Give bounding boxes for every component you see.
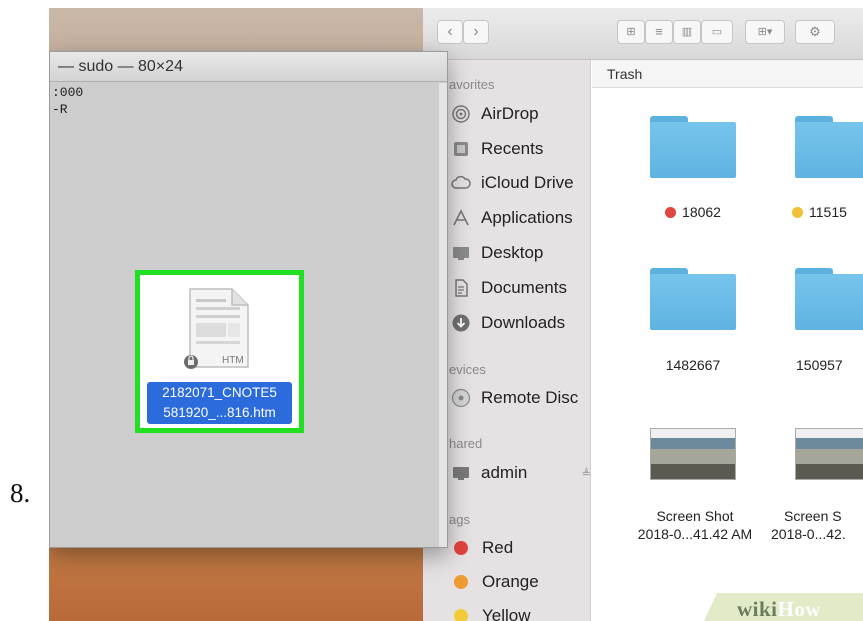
item-label-11515[interactable]: 11515 [792,204,847,220]
sidebar-item-label: admin [481,463,528,482]
sidebar-header-devices: evices [449,362,486,377]
terminal-scrollbar[interactable] [439,83,447,547]
sidebar-item-tag-orange[interactable]: Orange [451,567,539,597]
disc-icon [451,388,471,408]
item-label-line1: Screen S [784,508,842,524]
item-label-screenshot-1[interactable]: Screen Shot 2018-0...41.42 AM [620,507,770,543]
wikihow-logo-how: How [777,597,822,621]
arrange-icon: ⊞▾ [757,26,773,38]
sidebar-item-label: Documents [481,278,567,297]
sidebar-header-shared: hared [449,436,483,451]
finder-toolbar: ‹ › ⊞ ≡ ▥ ▭ ⊞▾ ⚙ [423,8,863,60]
wikihow-logo-wiki: wiki [737,597,778,621]
terminal-line: -R [52,102,68,117]
step-number: 8. [10,478,31,508]
item-label-line1: Screen Shot [656,508,734,524]
wikihow-logo: wikiHow [737,597,821,621]
desktop-icon [451,243,471,263]
sidebar-item-downloads[interactable]: Downloads [451,308,565,338]
sidebar-item-label: iCloud Drive [481,173,574,192]
forward-button[interactable]: › [463,20,489,44]
file-name-line2: 581920_...816.htm [163,405,276,420]
sidebar-item-admin[interactable]: admin ≜ [451,458,591,488]
desktop-screenshot: ‹ › ⊞ ≡ ▥ ▭ ⊞▾ ⚙ avorites AirDrop Recent… [49,8,863,621]
finder-window: ‹ › ⊞ ≡ ▥ ▭ ⊞▾ ⚙ avorites AirDrop Recent… [423,8,863,621]
sidebar-item-label: Desktop [481,243,544,262]
sidebar-item-recents[interactable]: Recents [451,134,543,164]
finder-content: Trash 18062 11515 1482667 150957 Screen … [592,60,863,621]
sidebar-item-tag-red[interactable]: Red [451,533,513,563]
red-tag-dot-icon [665,207,677,218]
sidebar-item-label: Red [482,538,514,557]
file-name-label[interactable]: 2182071_CNOTE5 581920_...816.htm [147,382,292,424]
recents-icon [451,139,471,159]
action-button[interactable]: ⚙ [795,20,835,44]
orange-tag-dot-icon [454,575,468,589]
sidebar-item-label: Recents [481,139,544,158]
sidebar-item-airdrop[interactable]: AirDrop [451,99,539,129]
sidebar-header-tags: ags [449,512,470,527]
file-name-line1: 2182071_CNOTE5 [162,385,277,400]
sidebar-item-label: Downloads [481,313,566,332]
sidebar-item-label: Remote Disc [481,388,579,407]
terminal-window[interactable]: — sudo — 80×24 :000 -R HTM 2182071_CNOTE… [49,51,448,548]
list-view-icon: ≡ [655,24,663,39]
gallery-view-button[interactable]: ▭ [701,20,733,44]
downloads-icon [451,313,471,333]
folder-icon[interactable] [650,268,736,330]
sidebar-item-remote-disc[interactable]: Remote Disc [451,383,578,413]
arrange-button[interactable]: ⊞▾ [745,20,785,44]
dragged-file[interactable]: HTM 2182071_CNOTE5 581920_...816.htm [135,270,304,433]
item-label-line2: 2018-0...41.42 AM [637,526,753,542]
icon-view-button[interactable]: ⊞ [617,20,645,44]
column-view-icon: ▥ [681,26,693,38]
screenshot-thumbnail[interactable] [650,428,736,480]
sidebar-header-favorites: avorites [449,77,495,92]
applications-icon [451,208,471,228]
back-button[interactable]: ‹ [437,20,463,44]
sidebar-item-label: AirDrop [481,104,539,123]
folder-icon[interactable] [795,116,863,178]
sidebar-item-icloud-drive[interactable]: iCloud Drive [451,168,574,198]
terminal-line: :000 [52,85,84,100]
gallery-view-icon: ▭ [711,26,723,38]
sidebar-item-label: Orange [482,572,539,591]
yellow-tag-dot-icon [792,207,803,218]
gear-icon: ⚙ [809,24,821,39]
eject-icon[interactable]: ≜ [582,467,591,480]
item-label-screenshot-2[interactable]: Screen S 2018-0...42. [771,507,846,543]
sidebar-item-tag-yellow[interactable]: Yellow [451,601,531,621]
monitor-icon [451,463,471,483]
screenshot-thumbnail[interactable] [795,428,863,480]
sidebar-item-label: Applications [481,208,573,227]
sidebar-item-applications[interactable]: Applications [451,203,573,233]
airdrop-icon [451,104,471,124]
item-label-1482667[interactable]: 1482667 [647,357,739,373]
column-view-button[interactable]: ▥ [673,20,701,44]
item-label-150957[interactable]: 150957 [796,357,843,373]
content-header: Trash [592,60,863,88]
sidebar-item-documents[interactable]: Documents [451,273,567,303]
file-icon-label: HTM [222,355,244,366]
finder-sidebar: avorites AirDrop Recents iCloud Drive Ap… [423,60,591,621]
sidebar-item-label: Yellow [482,606,531,621]
folder-icon[interactable] [795,268,863,330]
item-label-text: 11515 [809,204,847,220]
sidebar-item-desktop[interactable]: Desktop [451,238,543,268]
cloud-icon [451,173,471,193]
list-view-button[interactable]: ≡ [645,20,673,44]
folder-icon[interactable] [650,116,736,178]
icon-view-icon: ⊞ [626,26,636,38]
item-label-line2: 2018-0...42. [771,526,846,542]
yellow-tag-dot-icon [454,609,468,621]
item-label-18062[interactable]: 18062 [647,204,739,220]
item-label-text: 18062 [682,204,721,220]
documents-icon [451,278,471,298]
red-tag-dot-icon [454,541,468,555]
terminal-title: — sudo — 80×24 [50,52,447,82]
